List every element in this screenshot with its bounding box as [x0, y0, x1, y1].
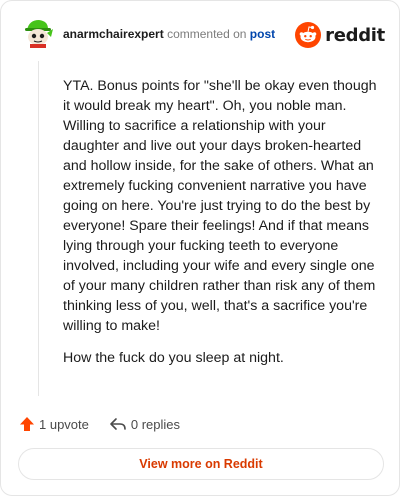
snoo-avatar-icon: [21, 17, 55, 51]
reddit-wordmark: reddit: [325, 24, 385, 46]
comment-paragraph: How the fuck do you sleep at night.: [63, 350, 284, 366]
comment-header: anarmchairexpert commented on post reddi…: [21, 17, 385, 51]
user-avatar[interactable]: [21, 17, 55, 51]
username-link[interactable]: anarmchairexpert: [63, 27, 164, 41]
comment-body: YTA. Bonus points for "she'll be okay ev…: [63, 76, 381, 380]
view-more-button[interactable]: View more on Reddit: [18, 448, 384, 480]
reddit-snoo-icon: [295, 22, 322, 48]
action-text: commented on: [167, 27, 247, 41]
reddit-embed-card: anarmchairexpert commented on post reddi…: [0, 0, 400, 496]
replies-count: 0 replies: [130, 416, 181, 432]
reddit-logo[interactable]: reddit: [295, 22, 385, 48]
comment-actions: 1 upvote 0 replies: [19, 414, 200, 434]
upvote-arrow-icon: [20, 417, 34, 431]
comment-paragraph: YTA. Bonus points for "she'll be okay ev…: [63, 78, 377, 334]
post-link[interactable]: post: [250, 27, 275, 41]
reply-arrow-icon: [110, 418, 126, 430]
upvote-count: 1 upvote: [39, 416, 89, 432]
comment-meta: anarmchairexpert commented on post: [63, 26, 275, 42]
thread-line: [38, 61, 39, 396]
upvote-button[interactable]: 1 upvote: [19, 416, 89, 432]
replies-button[interactable]: 0 replies: [109, 416, 180, 432]
